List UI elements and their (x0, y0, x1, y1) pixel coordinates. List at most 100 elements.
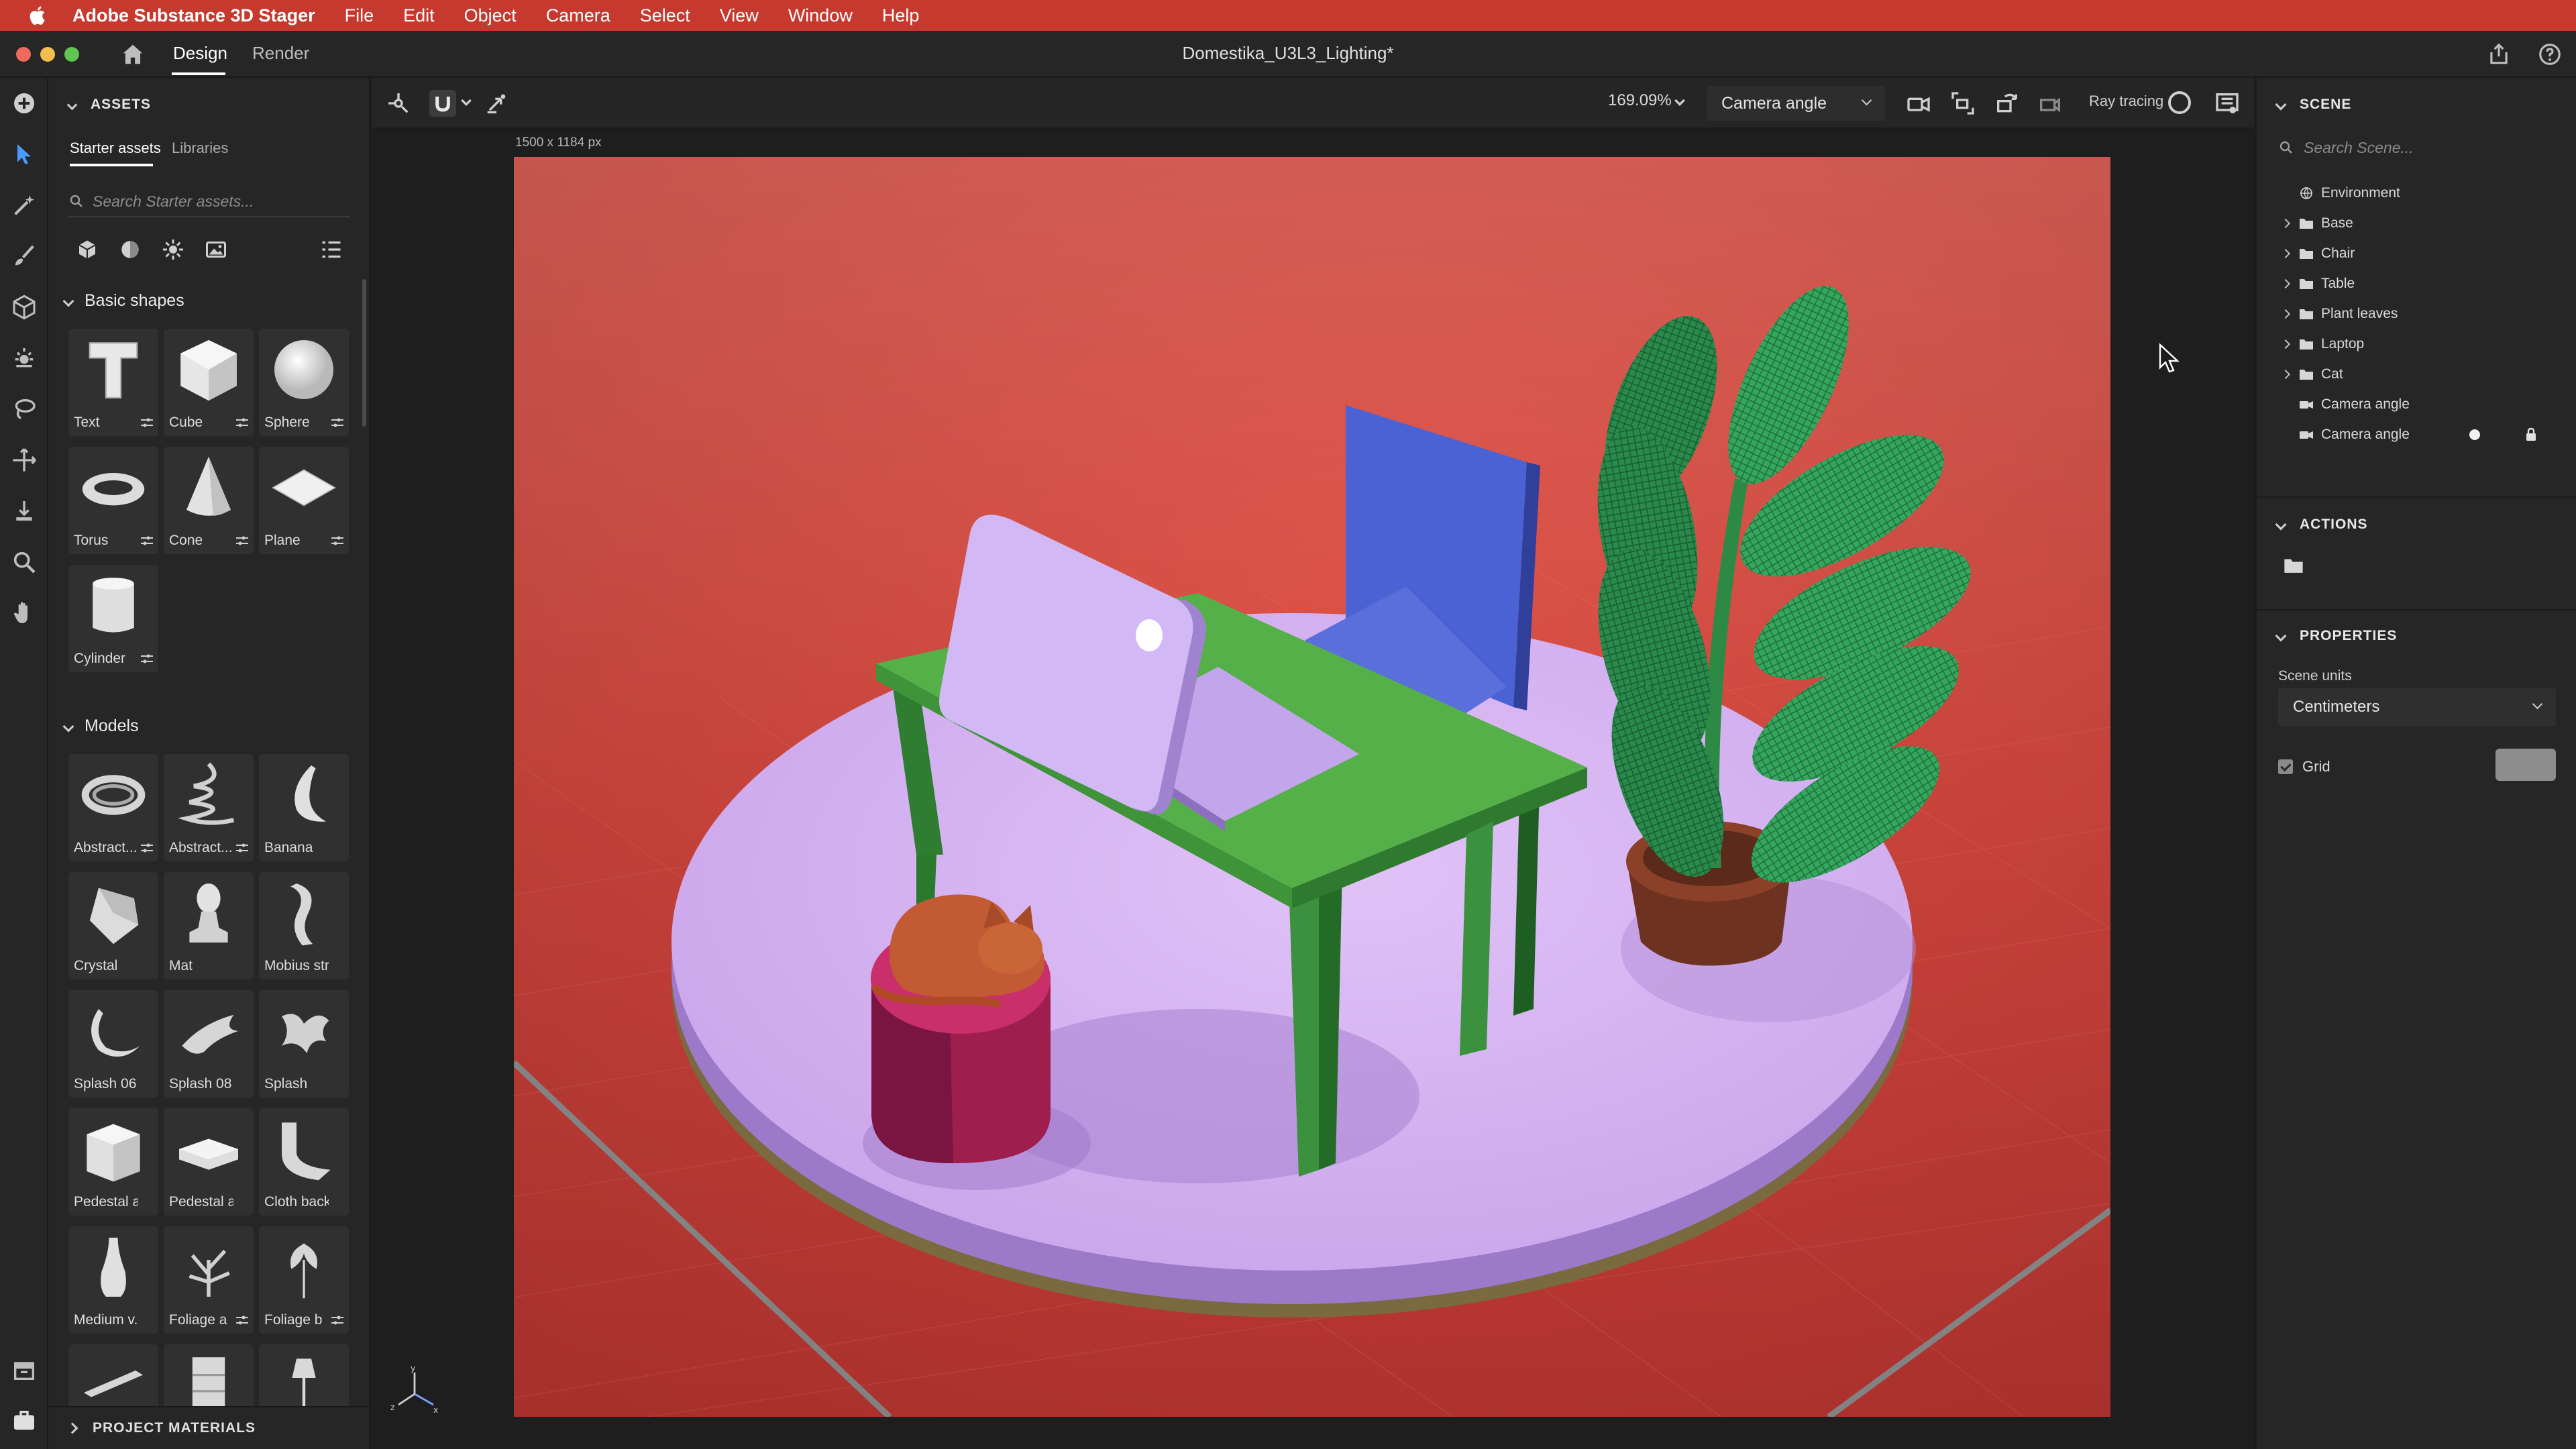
snapping-button[interactable] (429, 90, 456, 117)
scene-units-select[interactable]: Centimeters (2278, 688, 2556, 726)
viewport-settings-icon[interactable] (2214, 90, 2241, 117)
drop-to-ground-icon[interactable] (11, 498, 38, 525)
camera-icon[interactable] (1905, 90, 1932, 117)
scene-item-base[interactable]: Base (2277, 209, 2559, 238)
expand-arrow-icon[interactable] (2277, 335, 2294, 353)
share-icon[interactable] (2486, 42, 2512, 67)
lasso-icon[interactable] (11, 396, 38, 423)
cube-tool-icon[interactable] (11, 294, 38, 321)
materials-filter-icon[interactable] (118, 237, 142, 262)
asset-tile-medium-vase[interactable]: Medium v... (68, 1226, 158, 1334)
asset-tile-cube[interactable]: Cube (164, 329, 254, 436)
scene-item-plant-leaves[interactable]: Plant leaves (2277, 299, 2559, 329)
orbit-camera-icon[interactable] (1994, 90, 2021, 117)
menu-camera[interactable]: Camera (546, 5, 610, 26)
asset-tile-abstract-1[interactable]: Abstract... (68, 754, 158, 861)
zoom-dropdown-chevron-icon[interactable] (1672, 90, 1688, 117)
asset-tile-cylinder[interactable]: Cylinder (68, 565, 158, 672)
asset-tile-foliage-a[interactable]: Foliage a (164, 1226, 254, 1334)
expand-arrow-icon[interactable] (2277, 366, 2294, 383)
menu-help[interactable]: Help (882, 5, 920, 26)
menu-select[interactable]: Select (640, 5, 690, 26)
asset-tile-pedestal-a-1[interactable]: Pedestal a... (68, 1108, 158, 1216)
asset-options-icon[interactable] (235, 416, 250, 429)
asset-tile-splash-06[interactable]: Splash 06 (68, 990, 158, 1097)
active-camera-dot-icon[interactable] (2467, 427, 2482, 442)
scene-render[interactable] (514, 157, 2110, 1417)
lock-icon[interactable] (2524, 427, 2538, 443)
frame-camera-icon[interactable] (1949, 90, 1976, 117)
menu-window[interactable]: Window (788, 5, 853, 26)
tab-starter-assets[interactable]: Starter assets (70, 140, 161, 157)
asset-tile-plane[interactable]: Plane (259, 447, 349, 554)
asset-options-icon[interactable] (235, 534, 250, 547)
save-camera-icon[interactable] (2037, 90, 2063, 117)
zoom-level[interactable]: 169.09% (1608, 91, 1672, 110)
add-icon[interactable] (11, 90, 38, 117)
asset-tile-text[interactable]: Text (68, 329, 158, 436)
expand-arrow-icon[interactable] (2277, 215, 2294, 232)
scene-section-header[interactable]: SCENE (2275, 97, 2351, 113)
paint-brush-icon[interactable] (11, 243, 38, 270)
asset-tile-cone[interactable]: Cone (164, 447, 254, 554)
scene-item-chair[interactable]: Chair (2277, 239, 2559, 268)
asset-options-icon[interactable] (140, 416, 154, 429)
camera-angle-select[interactable]: Camera angle (1707, 86, 1885, 121)
properties-section-header[interactable]: PROPERTIES (2275, 628, 2397, 644)
expand-arrow-icon[interactable] (2277, 305, 2294, 323)
scene-item-environment[interactable]: Environment (2277, 178, 2559, 208)
menu-view[interactable]: View (720, 5, 759, 26)
asset-options-icon[interactable] (235, 1313, 250, 1327)
hand-tool-icon[interactable] (11, 600, 38, 627)
asset-options-icon[interactable] (330, 416, 345, 429)
menu-object[interactable]: Object (464, 5, 517, 26)
magic-wand-icon[interactable] (11, 192, 38, 219)
project-materials-section[interactable]: PROJECT MATERIALS (48, 1406, 369, 1449)
actions-section-header[interactable]: ACTIONS (2275, 517, 2368, 533)
lights-filter-icon[interactable] (161, 237, 185, 262)
models-section[interactable]: Models (62, 716, 139, 736)
assets-header[interactable]: ASSETS (66, 97, 151, 113)
asset-tile-abstract-2[interactable]: Abstract... (164, 754, 254, 861)
asset-options-icon[interactable] (235, 841, 250, 855)
ray-tracing-toggle[interactable] (2168, 91, 2191, 114)
asset-tile-torus[interactable]: Torus (68, 447, 158, 554)
scene-item-cat[interactable]: Cat (2277, 360, 2559, 389)
move-tool-icon[interactable] (11, 447, 38, 474)
menu-edit[interactable]: Edit (403, 5, 435, 26)
tab-libraries[interactable]: Libraries (172, 140, 228, 157)
select-tool-icon[interactable] (11, 141, 38, 168)
group-folder-icon[interactable] (2282, 555, 2305, 576)
briefcase-icon[interactable] (11, 1407, 38, 1434)
asset-tile-cloth-backdrop[interactable]: Cloth back... (259, 1108, 349, 1216)
asset-options-icon[interactable] (140, 841, 154, 855)
help-icon[interactable] (2537, 42, 2563, 67)
asset-tile-pedestal-a-2[interactable]: Pedestal a... (164, 1108, 254, 1216)
images-filter-icon[interactable] (204, 237, 228, 262)
asset-tile-sphere[interactable]: Sphere (259, 329, 349, 436)
zoom-tool-icon[interactable] (11, 549, 38, 576)
models-filter-icon[interactable] (75, 237, 99, 262)
asset-options-icon[interactable] (140, 534, 154, 547)
scene-item-laptop[interactable]: Laptop (2277, 329, 2559, 359)
assets-scrollbar[interactable] (362, 279, 366, 427)
expand-arrow-icon[interactable] (2277, 245, 2294, 262)
scene-item-camera-angle[interactable]: Camera angle (2277, 390, 2559, 419)
asset-options-icon[interactable] (140, 652, 154, 665)
library-panel-icon[interactable] (11, 1356, 38, 1383)
transform-gizmo-icon[interactable] (385, 90, 412, 117)
grid-color-swatch[interactable] (2496, 749, 2556, 781)
asset-tile-splash[interactable]: Splash (259, 990, 349, 1097)
asset-tile-crystal[interactable]: Crystal (68, 872, 158, 979)
assets-search-input[interactable]: Search Starter assets... (68, 186, 350, 217)
snapping-dropdown-chevron-icon[interactable] (459, 90, 474, 117)
grid-checkbox[interactable] (2278, 759, 2293, 774)
list-view-icon[interactable] (319, 237, 343, 262)
scene-item-table[interactable]: Table (2277, 269, 2559, 299)
scene-item-camera-angle-active[interactable]: Camera angle (2277, 420, 2559, 449)
asset-tile-banana[interactable]: Banana (259, 754, 349, 861)
light-tool-icon[interactable] (11, 345, 38, 372)
asset-tile-splash-08[interactable]: Splash 08 (164, 990, 254, 1097)
asset-tile-foliage-b[interactable]: Foliage b (259, 1226, 349, 1334)
app-name-menu[interactable]: Adobe Substance 3D Stager (72, 5, 315, 26)
